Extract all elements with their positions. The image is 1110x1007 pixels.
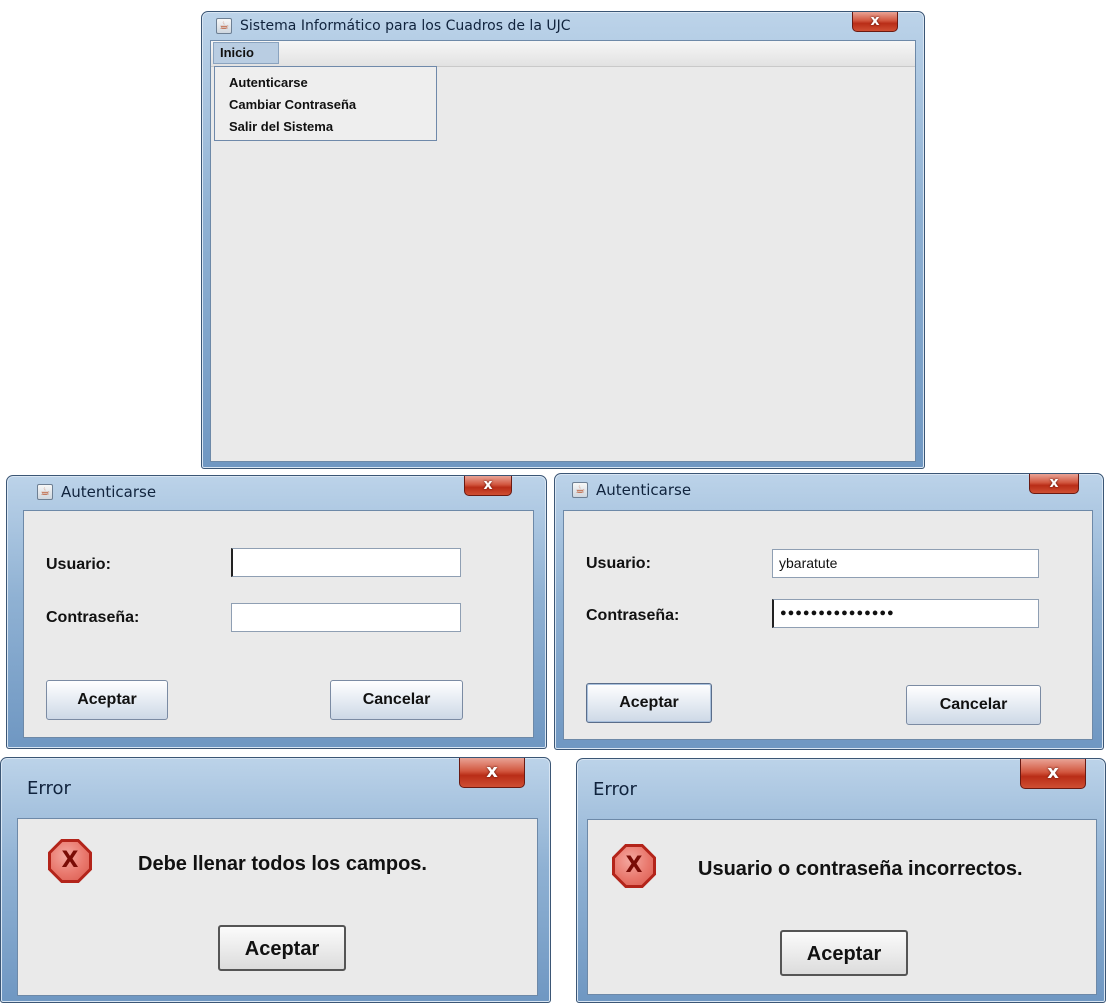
menu-item-salir-del-sistema-label: Salir del Sistema — [229, 119, 334, 134]
password-label: Contraseña: — [586, 607, 680, 624]
user-field[interactable]: ybaratute — [772, 549, 1039, 578]
login-empty-client: Usuario: Contraseña: Aceptar Cancelar — [23, 510, 534, 738]
login-filled-title: Autenticarse — [596, 481, 692, 499]
error-invalid-title: Error — [593, 778, 637, 800]
menu-item-autenticarse[interactable]: Autenticarse — [215, 72, 436, 94]
error-stop-icon: X — [612, 844, 656, 888]
menu-item-cambiar-contrasena[interactable]: Cambiar Contraseña — [215, 94, 436, 116]
error-empty-client: X Debe llenar todos los campos. Aceptar — [17, 818, 538, 996]
error-invalid-close-button[interactable]: x — [1020, 759, 1086, 789]
menu-dropdown: Autenticarse Cambiar Contraseña Salir de… — [214, 66, 437, 141]
error-empty-title: Error — [27, 777, 71, 799]
error-dialog-invalid-credentials: Error x X Usuario o contraseña incorrect… — [576, 758, 1106, 1003]
menu-item-autenticarse-label: Autenticarse — [229, 75, 308, 90]
error-stop-icon-glyph: X — [615, 847, 653, 885]
java-app-icon: ☕ — [572, 482, 588, 498]
close-icon: x — [486, 761, 498, 782]
error-invalid-client: X Usuario o contraseña incorrectos. Acep… — [587, 819, 1097, 995]
error-stop-icon-glyph: X — [51, 842, 89, 880]
accept-button[interactable]: Aceptar — [46, 680, 168, 720]
main-window-close-button[interactable]: x — [852, 12, 898, 32]
menu-inicio-label: Inicio — [220, 45, 254, 60]
password-label: Contraseña: — [46, 609, 140, 626]
error-accept-button[interactable]: Aceptar — [780, 930, 908, 976]
error-dialog-empty-fields: Error x X Debe llenar todos los campos. … — [0, 757, 551, 1003]
main-window-title: Sistema Informático para los Cuadros de … — [240, 17, 571, 34]
password-field[interactable]: ●●●●●●●●●●●●●●● — [772, 599, 1039, 628]
main-window: ☕ Sistema Informático para los Cuadros d… — [201, 11, 925, 469]
user-label: Usuario: — [586, 555, 651, 572]
main-window-client: Inicio Autenticarse Cambiar Contraseña S… — [210, 40, 916, 462]
login-empty-title: Autenticarse — [61, 483, 157, 501]
cancel-button[interactable]: Cancelar — [906, 685, 1041, 725]
close-icon: x — [1047, 762, 1059, 783]
user-label: Usuario: — [46, 556, 111, 573]
error-message: Debe llenar todos los campos. — [138, 853, 427, 875]
menu-item-cambiar-contrasena-label: Cambiar Contraseña — [229, 97, 357, 112]
login-filled-close-button[interactable]: x — [1029, 474, 1079, 494]
user-field[interactable] — [231, 548, 461, 577]
main-window-titlebar[interactable]: ☕ Sistema Informático para los Cuadros d… — [202, 12, 924, 39]
menu-inicio[interactable]: Inicio — [213, 42, 279, 64]
login-dialog-filled: ☕ Autenticarse x Usuario: ybaratute Cont… — [554, 473, 1104, 750]
password-field[interactable] — [231, 603, 461, 632]
login-dialog-empty: ☕ Autenticarse x Usuario: Contraseña: Ac… — [6, 475, 547, 749]
login-filled-client: Usuario: ybaratute Contraseña: ●●●●●●●●●… — [563, 510, 1093, 740]
accept-button[interactable]: Aceptar — [586, 683, 712, 723]
menu-bar: Inicio — [211, 41, 915, 67]
menu-item-salir-del-sistema[interactable]: Salir del Sistema — [215, 116, 436, 138]
cancel-button[interactable]: Cancelar — [330, 680, 463, 720]
java-app-icon: ☕ — [37, 484, 53, 500]
close-icon: x — [870, 13, 880, 29]
login-empty-close-button[interactable]: x — [464, 476, 512, 496]
error-stop-icon: X — [48, 839, 92, 883]
error-empty-close-button[interactable]: x — [459, 758, 525, 788]
close-icon: x — [1049, 475, 1059, 491]
error-accept-button[interactable]: Aceptar — [218, 925, 346, 971]
error-message: Usuario o contraseña incorrectos. — [698, 858, 1023, 880]
close-icon: x — [483, 477, 493, 493]
login-filled-titlebar[interactable]: ☕ Autenticarse — [555, 474, 1103, 506]
java-app-icon: ☕ — [216, 17, 232, 34]
